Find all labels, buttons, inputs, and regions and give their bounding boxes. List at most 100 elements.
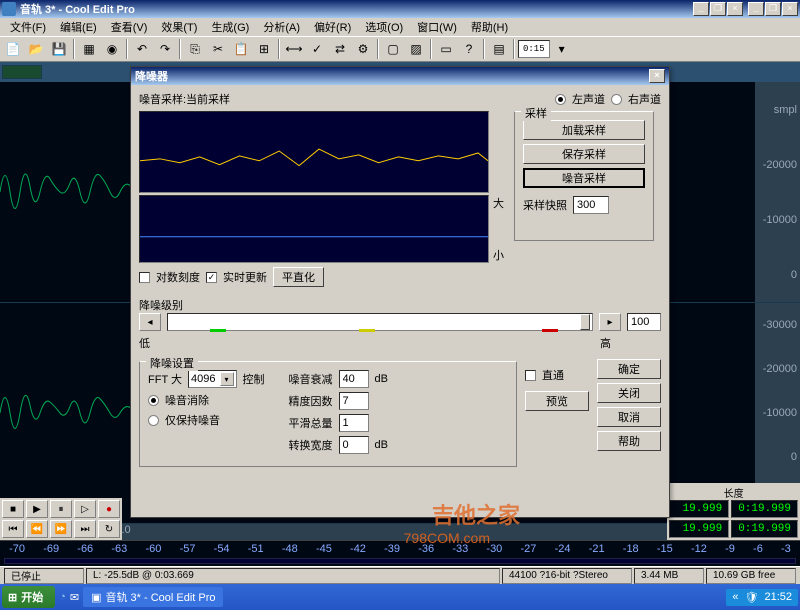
- noise-reduction-dialog: 降噪器 × 噪音采样:当前采样 左声道 右声道: [130, 66, 670, 518]
- noise-profile-graph[interactable]: [139, 111, 489, 193]
- system-tray[interactable]: « 🛡 21:52: [726, 589, 798, 606]
- open-button[interactable]: 📂: [25, 38, 47, 60]
- copy-button[interactable]: ⎘: [184, 38, 206, 60]
- level-meter[interactable]: -70-69-66-63-60-57-54-51-48-45-42-39-36-…: [0, 540, 800, 566]
- cancel-button[interactable]: 取消: [597, 407, 661, 427]
- go-end-button[interactable]: ⏭: [74, 520, 96, 538]
- right-channel-radio[interactable]: [611, 94, 622, 105]
- mix-paste-button[interactable]: ⊞: [253, 38, 275, 60]
- length-label: 长度: [669, 485, 798, 500]
- more-button[interactable]: ▾: [551, 38, 573, 60]
- opts-button[interactable]: ▤: [488, 38, 510, 60]
- menu-view[interactable]: 查看(V): [105, 18, 154, 36]
- menu-window[interactable]: 窗口(W): [411, 18, 463, 36]
- live-update-checkbox[interactable]: [206, 272, 217, 283]
- undo-button[interactable]: ↶: [131, 38, 153, 60]
- quicklaunch-icon[interactable]: ✉: [70, 591, 79, 604]
- multitrack-button[interactable]: ▦: [78, 38, 100, 60]
- windows-icon: ⊞: [8, 591, 17, 604]
- cd-button[interactable]: ◉: [101, 38, 123, 60]
- app-icon: ▣: [91, 591, 101, 604]
- remove-noise-radio[interactable]: [148, 395, 159, 406]
- secondary-minimize-button[interactable]: _: [748, 2, 764, 16]
- nr-level-label: 降噪级别: [139, 300, 183, 312]
- redo-button[interactable]: ↷: [154, 38, 176, 60]
- load-profile-button[interactable]: 加载采样: [523, 120, 645, 140]
- sel-length: 0:19.999: [731, 500, 798, 518]
- menu-options[interactable]: 选项(O): [359, 18, 409, 36]
- secondary-restore-button[interactable]: ❐: [765, 2, 781, 16]
- pause-button[interactable]: ⏸: [50, 500, 72, 518]
- tray-icon[interactable]: «: [732, 591, 738, 603]
- trim-button[interactable]: ⟷: [283, 38, 305, 60]
- loop-button[interactable]: ↻: [98, 520, 120, 538]
- slider-right-button[interactable]: ▸: [599, 313, 621, 331]
- save-profile-button[interactable]: 保存采样: [523, 144, 645, 164]
- help-button[interactable]: 帮助: [597, 431, 661, 451]
- snapshot-input[interactable]: [573, 196, 609, 214]
- zoom-sel-button[interactable]: ▢: [382, 38, 404, 60]
- menu-favorites[interactable]: 偏好(R): [308, 18, 357, 36]
- dialog-close-button[interactable]: ×: [649, 69, 665, 83]
- precision-input[interactable]: [339, 392, 369, 410]
- tray-icon[interactable]: 🛡: [745, 591, 759, 604]
- menubar: 文件(F) 编辑(E) 查看(V) 效果(T) 生成(G) 分析(A) 偏好(R…: [0, 18, 800, 36]
- ruler-label: -20000: [763, 363, 797, 375]
- menu-effects[interactable]: 效果(T): [155, 18, 203, 36]
- ruler-label: smpl: [774, 104, 797, 116]
- close-button[interactable]: 关闭: [597, 383, 661, 403]
- convert-button[interactable]: ⇄: [329, 38, 351, 60]
- ruler-label: -20000: [763, 159, 797, 171]
- sample-label: 噪音采样:当前采样: [139, 91, 230, 107]
- left-channel-radio[interactable]: [555, 94, 566, 105]
- taskbar-item[interactable]: ▣ 音轨 3* - Cool Edit Pro: [83, 587, 223, 607]
- ruler-label: -10000: [763, 407, 797, 419]
- go-start-button[interactable]: ⏮: [2, 520, 24, 538]
- smoothing-input[interactable]: [339, 414, 369, 432]
- record-button[interactable]: ●: [98, 500, 120, 518]
- help-button[interactable]: ?: [458, 38, 480, 60]
- watermark: 吉他之家: [432, 498, 520, 530]
- nr-level-input[interactable]: [627, 313, 661, 331]
- quicklaunch-icon[interactable]: ◔: [59, 591, 66, 603]
- close-button[interactable]: ×: [727, 2, 743, 16]
- get-profile-button[interactable]: 噪音采样: [523, 168, 645, 188]
- tools-button[interactable]: ✓: [306, 38, 328, 60]
- preview-button[interactable]: 预览: [525, 391, 589, 411]
- stop-button[interactable]: ■: [2, 500, 24, 518]
- start-button[interactable]: ⊞ 开始: [2, 586, 55, 608]
- secondary-close-button[interactable]: ×: [782, 2, 798, 16]
- settings-button[interactable]: ⚙: [352, 38, 374, 60]
- menu-edit[interactable]: 编辑(E): [54, 18, 103, 36]
- menu-file[interactable]: 文件(F): [4, 18, 52, 36]
- log-scale-checkbox[interactable]: [139, 272, 150, 283]
- rewind-button[interactable]: ⏪: [26, 520, 48, 538]
- menu-generate[interactable]: 生成(G): [205, 18, 255, 36]
- restore-button[interactable]: ❐: [710, 2, 726, 16]
- dialog-titlebar[interactable]: 降噪器 ×: [131, 67, 669, 85]
- ok-button[interactable]: 确定: [597, 359, 661, 379]
- play-loop-button[interactable]: ▷: [74, 500, 96, 518]
- nr-level-slider[interactable]: [167, 313, 593, 331]
- ruler-button[interactable]: ▭: [435, 38, 457, 60]
- status-stopped: 已停止: [4, 568, 84, 584]
- cut-button[interactable]: ✂: [207, 38, 229, 60]
- menu-analyze[interactable]: 分析(A): [257, 18, 306, 36]
- spectral-button[interactable]: ▨: [405, 38, 427, 60]
- keep-noise-radio[interactable]: [148, 415, 159, 426]
- forward-button[interactable]: ⏩: [50, 520, 72, 538]
- new-button[interactable]: 📄: [2, 38, 24, 60]
- transition-input[interactable]: [339, 436, 369, 454]
- slider-left-button[interactable]: ◂: [139, 313, 161, 331]
- reduce-by-input[interactable]: [339, 370, 369, 388]
- play-button[interactable]: ▶: [26, 500, 48, 518]
- fft-size-select[interactable]: 4096 ▾: [188, 370, 236, 388]
- paste-button[interactable]: 📋: [230, 38, 252, 60]
- minimize-button[interactable]: _: [693, 2, 709, 16]
- selection-info-panel: 长度 19.999 0:19.999 19.999 0:19.999: [667, 483, 800, 540]
- reduction-graph[interactable]: [139, 195, 489, 263]
- bypass-checkbox[interactable]: [525, 370, 536, 381]
- flatten-button[interactable]: 平直化: [273, 267, 324, 287]
- menu-help[interactable]: 帮助(H): [465, 18, 514, 36]
- save-button[interactable]: 💾: [48, 38, 70, 60]
